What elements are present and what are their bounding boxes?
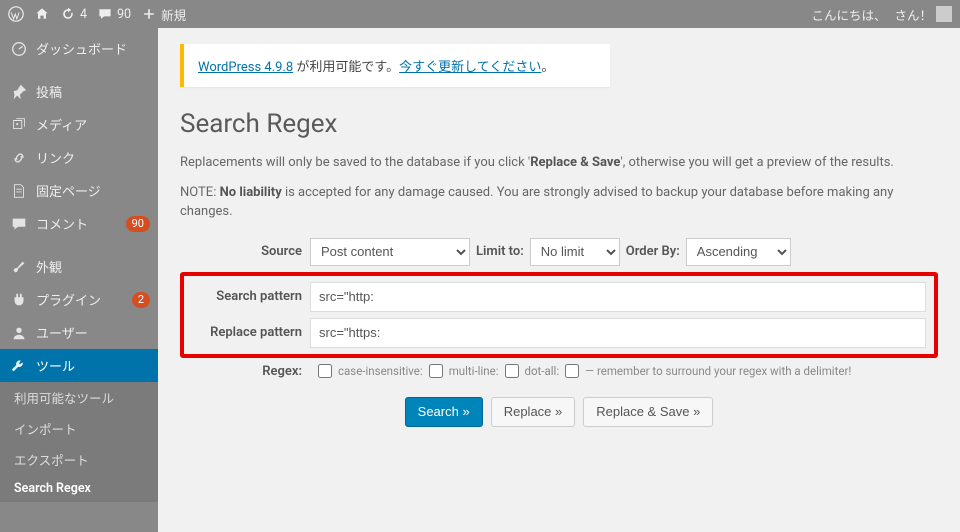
wp-version-link[interactable]: WordPress 4.9.8 <box>198 60 293 75</box>
sidebar-item-dashboard[interactable]: ダッシュボード <box>0 32 158 65</box>
account-item[interactable]: さん！ <box>894 5 952 24</box>
sidebar-item-pages[interactable]: 固定ページ <box>0 174 158 207</box>
new-item[interactable]: 新規 <box>141 5 186 24</box>
sidebar-item-media[interactable]: メディア <box>0 108 158 141</box>
opt-da-label: dot-all: <box>525 364 560 378</box>
content-area: WordPress 4.9.8 が利用可能です。今すぐ更新してください。 Sea… <box>158 28 960 532</box>
sidebar-item-label: ツール <box>36 356 150 375</box>
avatar <box>936 6 952 22</box>
regex-row: Regex: case-insensitive: multi-line: dot… <box>180 364 938 379</box>
sidebar-item-label: ユーザー <box>36 323 150 342</box>
search-regex-form: Source Post content Limit to: No limit O… <box>180 238 938 427</box>
search-pattern-row: Search pattern <box>192 282 926 312</box>
link-icon <box>10 149 28 167</box>
pattern-highlight-box: Search pattern Replace pattern <box>180 272 938 358</box>
ci-checkbox[interactable] <box>429 364 443 378</box>
sidebar-item-users[interactable]: ユーザー <box>0 316 158 349</box>
comment-icon <box>10 215 28 233</box>
update-nag: WordPress 4.9.8 が利用可能です。今すぐ更新してください。 <box>180 44 610 87</box>
sidebar-item-plugins[interactable]: プラグイン 2 <box>0 283 158 316</box>
update-nag-tail: 。 <box>541 60 554 75</box>
search-button[interactable]: Search » <box>405 397 483 427</box>
opt-ci-label: case-insensitive: <box>338 364 423 378</box>
comment-icon <box>97 6 113 22</box>
sidebar-item-label: プラグイン <box>36 290 124 309</box>
user-icon <box>10 324 28 342</box>
submenu-available-tools[interactable]: 利用可能なツール <box>0 382 158 413</box>
sidebar-item-label: 投稿 <box>36 82 150 101</box>
search-pattern-input[interactable] <box>310 282 926 312</box>
pin-icon <box>10 83 28 101</box>
intro-note: Replacements will only be saved to the d… <box>180 153 938 173</box>
wrench-icon <box>10 357 28 375</box>
refresh-icon <box>60 6 76 22</box>
new-label: 新規 <box>161 5 186 24</box>
admin-sidebar: ダッシュボード 投稿 メディア リンク 固定ページ コメント 90 外観 プラグイ… <box>0 28 158 532</box>
admin-bar: 4 90 新規 こんにちは、 さん！ <box>0 0 960 28</box>
sidebar-item-label: 固定ページ <box>36 181 150 200</box>
source-label: Source <box>180 244 310 259</box>
replace-save-button[interactable]: Replace & Save » <box>583 397 713 427</box>
replace-button[interactable]: Replace » <box>491 397 576 427</box>
brush-icon <box>10 258 28 276</box>
limit-label: Limit to: <box>476 244 524 259</box>
replace-pattern-row: Replace pattern <box>192 318 926 348</box>
update-now-link[interactable]: 今すぐ更新してください <box>399 60 541 75</box>
replace-pattern-input[interactable] <box>310 318 926 348</box>
wp-logo-icon[interactable] <box>8 6 24 22</box>
updates-count: 4 <box>80 7 87 22</box>
home-icon[interactable] <box>34 6 50 22</box>
user-suffix: さん！ <box>894 5 932 24</box>
da-checkbox[interactable] <box>565 364 579 378</box>
dashboard-icon <box>10 40 28 58</box>
order-select[interactable]: Ascending <box>686 238 791 266</box>
plus-icon <box>141 6 157 22</box>
sidebar-item-posts[interactable]: 投稿 <box>0 75 158 108</box>
source-select[interactable]: Post content <box>310 238 470 266</box>
update-nag-text1: が利用可能です。 <box>293 60 399 75</box>
ml-checkbox[interactable] <box>505 364 519 378</box>
action-buttons: Search » Replace » Replace & Save » <box>180 397 938 427</box>
limit-select[interactable]: No limit <box>530 238 620 266</box>
sidebar-item-appearance[interactable]: 外観 <box>0 250 158 283</box>
replace-pattern-label: Replace pattern <box>192 325 310 340</box>
sidebar-item-comments[interactable]: コメント 90 <box>0 207 158 240</box>
liability-note: NOTE: No liability is accepted for any d… <box>180 183 938 222</box>
tools-submenu: 利用可能なツール インポート エクスポート Search Regex <box>0 382 158 502</box>
page-title: Search Regex <box>180 109 938 139</box>
regex-label: Regex: <box>180 364 310 379</box>
sidebar-item-tools[interactable]: ツール <box>0 349 158 382</box>
submenu-search-regex[interactable]: Search Regex <box>0 475 158 502</box>
order-label: Order By: <box>626 244 680 259</box>
plugins-badge: 2 <box>132 292 150 308</box>
source-row: Source Post content Limit to: No limit O… <box>180 238 938 266</box>
submenu-import[interactable]: インポート <box>0 413 158 444</box>
greeting: こんにちは、 <box>811 5 886 24</box>
sidebar-item-label: コメント <box>36 214 118 233</box>
sidebar-item-label: メディア <box>36 115 150 134</box>
comments-item[interactable]: 90 <box>97 6 131 22</box>
comments-badge: 90 <box>126 216 150 232</box>
opt-ml-label: multi-line: <box>449 364 499 378</box>
comments-count: 90 <box>117 7 131 22</box>
sidebar-item-links[interactable]: リンク <box>0 141 158 174</box>
sidebar-item-label: リンク <box>36 148 150 167</box>
page-icon <box>10 182 28 200</box>
regex-checkbox[interactable] <box>318 364 332 378</box>
regex-hint: — remember to surround your regex with a… <box>585 364 851 378</box>
sidebar-item-label: 外観 <box>36 257 150 276</box>
submenu-export[interactable]: エクスポート <box>0 444 158 475</box>
sidebar-item-label: ダッシュボード <box>36 39 150 58</box>
media-icon <box>10 116 28 134</box>
updates-item[interactable]: 4 <box>60 6 87 22</box>
plugin-icon <box>10 291 28 309</box>
search-pattern-label: Search pattern <box>192 289 310 304</box>
